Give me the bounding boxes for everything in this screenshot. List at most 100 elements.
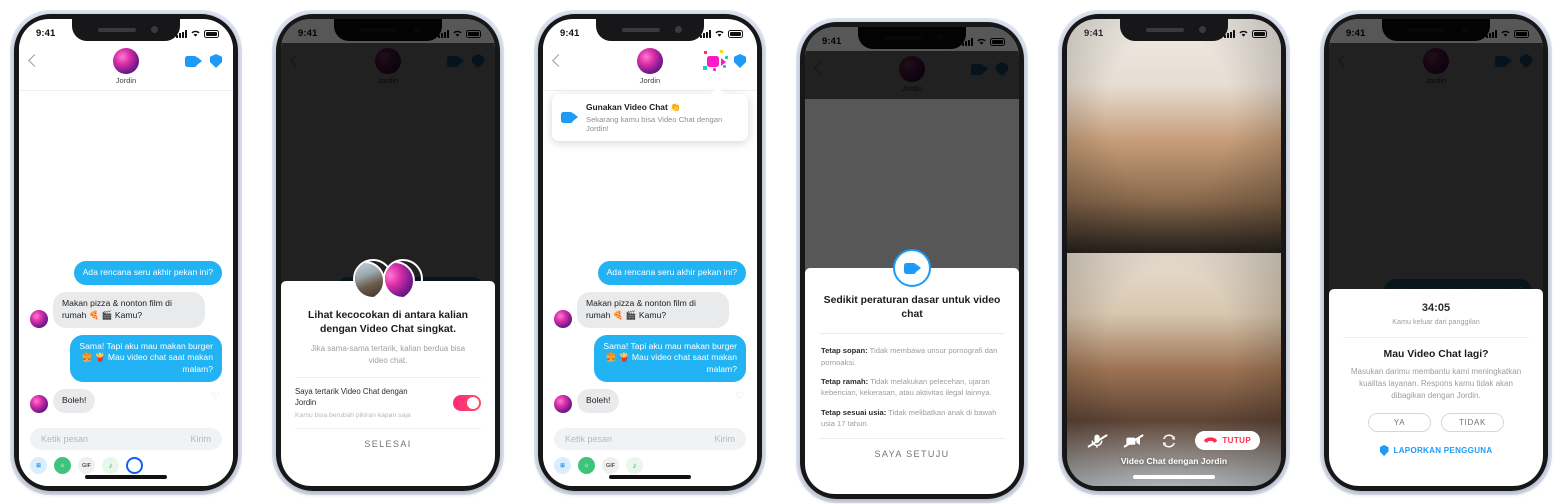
shield-icon[interactable] — [210, 54, 222, 68]
hangup-label: TUTUP — [1222, 436, 1252, 445]
video-chat-badge — [893, 249, 931, 287]
feedback-sheet: 34:05 Kamu keluar dari panggilan Mau Vid… — [1329, 289, 1543, 486]
back-chevron-icon[interactable] — [28, 54, 41, 67]
animated-video-chat-icon[interactable] — [703, 50, 728, 71]
message-bubble[interactable]: Sama! Tapi aku mau makan burger 🍔 🍟 Mau … — [70, 334, 222, 383]
phone-3-screen: 9:41 Jordin Gunakan Video Chat 👏 Sekaran… — [543, 19, 757, 486]
message-bubble[interactable]: Boleh! — [53, 389, 96, 413]
phone-4-rules: 9:41 Jordin — [796, 18, 1028, 503]
report-user-button[interactable]: LAPORKAN PENGGUNA — [1329, 432, 1543, 456]
send-button[interactable]: Kirim — [715, 434, 736, 444]
heart-outline-icon[interactable]: ♡ — [735, 391, 744, 402]
message-row: Sama! Tapi aku mau makan burger 🍔 🍟 Mau … — [543, 334, 757, 383]
gif-icon[interactable]: GIF — [602, 457, 619, 474]
music-note-icon[interactable]: ♪ — [626, 457, 643, 474]
back-chevron-icon[interactable] — [552, 54, 565, 67]
message-row: Makan pizza & nonton film di rumah 🍕 🎬 K… — [19, 291, 233, 328]
phone-6-screen: 9:41 Jordin — [1329, 19, 1543, 486]
optin-toggle-label: Saya tertarik Video Chat dengan Jordin — [295, 387, 408, 407]
message-input-placeholder[interactable]: Ketik pesan — [41, 434, 88, 444]
contact-name: Jordin — [115, 76, 137, 85]
video-chat-toggle[interactable] — [453, 394, 481, 411]
rules-sheet: Sedikit peraturan dasar untuk video chat… — [805, 249, 1019, 494]
message-row: Makan pizza & nonton film di rumah 🍕 🎬 K… — [543, 291, 757, 328]
optin-subtitle: Jika sama-sama tertarik, kalian berdua b… — [310, 344, 466, 365]
feedback-no-button[interactable]: TIDAK — [1441, 413, 1504, 432]
rule-label: Tetap ramah: — [821, 377, 869, 387]
battery-icon — [1252, 29, 1267, 38]
gif-icon[interactable]: GIF — [78, 457, 95, 474]
notch — [72, 19, 180, 41]
local-video-tile[interactable] — [1067, 252, 1281, 486]
phone-6-feedback: 9:41 Jordin — [1320, 10, 1552, 495]
flip-camera-icon[interactable] — [1160, 432, 1178, 450]
notch — [1120, 19, 1228, 41]
message-row: Boleh! ♡ — [543, 389, 757, 413]
phone-hangup-icon — [1204, 437, 1218, 443]
agree-button[interactable]: SAYA SETUJU — [805, 439, 1019, 459]
contact-avatar[interactable] — [637, 48, 663, 74]
home-indicator — [85, 475, 167, 479]
rule-label: Tetap sopan: — [821, 346, 868, 356]
optin-toggle-row[interactable]: Saya tertarik Video Chat dengan Jordin K… — [281, 378, 495, 428]
message-composer[interactable]: Ketik pesan Kirim — [30, 428, 222, 450]
status-time: 9:41 — [560, 28, 580, 39]
phone-2-screen: 9:41 Jordin — [281, 19, 495, 486]
hangup-button[interactable]: TUTUP — [1195, 431, 1261, 450]
avatar — [554, 309, 572, 328]
wifi-icon — [715, 30, 724, 37]
message-row: Sama! Tapi aku mau makan burger 🍔 🍟 Mau … — [19, 334, 233, 383]
tooltip-title: Gunakan Video Chat 👏 — [586, 102, 681, 112]
notch — [596, 19, 704, 41]
avatar-pair — [353, 259, 423, 299]
video-camera-icon[interactable] — [185, 55, 202, 67]
battery-icon — [204, 29, 219, 38]
rule-item: Tetap sopan: Tidak membawa unsur pornogr… — [805, 345, 1019, 368]
avatar-jordin — [383, 259, 423, 299]
heart-outline-icon[interactable]: ♡ — [211, 391, 220, 402]
phone-5-screen: 9:41 TUTUP Video Chat dengan Jordin — [1067, 19, 1281, 486]
message-composer[interactable]: Ketik pesan Kirim — [554, 428, 746, 450]
feedback-yes-button[interactable]: YA — [1368, 413, 1431, 432]
message-bubble[interactable]: Ada rencana seru akhir pekan ini? — [73, 260, 222, 285]
gif-pill-icon[interactable]: ⊞ — [30, 457, 47, 474]
video-chat-tooltip[interactable]: Gunakan Video Chat 👏 Sekarang kamu bisa … — [552, 86, 748, 141]
mic-muted-icon[interactable] — [1087, 432, 1108, 450]
call-duration-sub: Kamu keluar dari panggilan — [1392, 317, 1480, 326]
video-muted-icon[interactable] — [1123, 432, 1144, 450]
message-bubble[interactable]: Makan pizza & nonton film di rumah 🍕 🎬 K… — [53, 291, 205, 328]
message-bubble[interactable]: Makan pizza & nonton film di rumah 🍕 🎬 K… — [577, 291, 729, 328]
chat-header: Jordin — [19, 43, 233, 91]
message-bubble[interactable]: Sama! Tapi aku mau makan burger 🍔 🍟 Mau … — [594, 334, 746, 383]
rule-item: Tetap sesuai usia: Tidak melibatkan anak… — [805, 407, 1019, 430]
tooltip-subtitle: Sekarang kamu bisa Video Chat dengan Jor… — [586, 114, 723, 133]
contact-avatar[interactable] — [113, 48, 139, 74]
chat-header: Jordin — [543, 43, 757, 91]
avatar — [554, 395, 572, 413]
done-button[interactable]: SELESAI — [281, 429, 495, 449]
video-camera-icon — [903, 262, 921, 274]
message-bubble[interactable]: Boleh! — [577, 389, 620, 413]
avatar — [30, 395, 48, 413]
optin-toggle-hint: Kamu bisa berubah pikiran kapan saja — [295, 411, 411, 419]
send-button[interactable]: Kirim — [191, 434, 212, 444]
sticker-icon[interactable]: ☺ — [578, 457, 595, 474]
message-bubble[interactable]: Ada rencana seru akhir pekan ini? — [597, 260, 746, 285]
battery-icon — [728, 29, 743, 38]
video-call-view — [1067, 19, 1281, 486]
home-indicator — [1133, 475, 1215, 479]
contact-name: Jordin — [639, 76, 661, 85]
spotify-icon[interactable] — [126, 457, 143, 474]
shield-icon[interactable] — [734, 54, 746, 68]
gif-pill-icon[interactable]: ⊞ — [554, 457, 571, 474]
home-indicator — [609, 475, 691, 479]
phone-mockup-row: 9:41 Jordin Ada rencana seru akhir pekan… — [0, 0, 1568, 504]
music-note-icon[interactable]: ♪ — [102, 457, 119, 474]
message-input-placeholder[interactable]: Ketik pesan — [565, 434, 612, 444]
attachment-tray: ⊞ ☺ GIF ♪ — [30, 457, 143, 474]
wifi-icon — [191, 30, 200, 37]
feedback-question: Mau Video Chat lagi? — [1383, 349, 1489, 360]
video-camera-icon — [561, 111, 578, 123]
sticker-icon[interactable]: ☺ — [54, 457, 71, 474]
remote-video-tile[interactable] — [1067, 19, 1281, 253]
